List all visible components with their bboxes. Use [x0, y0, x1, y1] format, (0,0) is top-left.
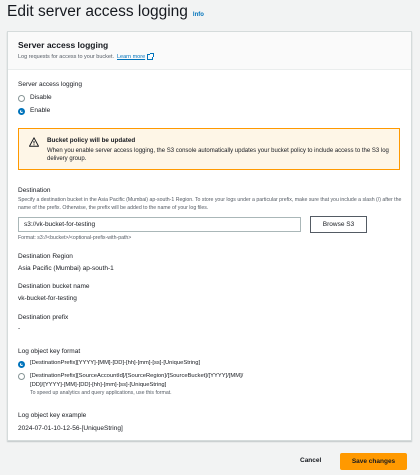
- key-example-label: Log object key example: [18, 412, 87, 419]
- radio-disable[interactable]: Disable: [18, 94, 52, 102]
- alert-title: Bucket policy will be updated: [47, 137, 136, 144]
- destination-format-hint: Format: s3://<bucket>/<optional-prefix-w…: [18, 235, 132, 241]
- save-changes-button[interactable]: Save changes: [340, 453, 407, 470]
- alert-content: Bucket policy will be updated When you e…: [47, 137, 389, 162]
- external-link-icon: [147, 53, 155, 60]
- panel-description: Log requests for access to your bucket. …: [18, 53, 401, 60]
- destination-bucket-value: vk-bucket-for-testing: [18, 295, 77, 302]
- radio-enable-label: Enable: [30, 107, 51, 114]
- info-link[interactable]: Info: [193, 12, 204, 18]
- key-format-option-2[interactable]: [DestinationPrefix][SourceAccountId]/[So…: [18, 372, 243, 397]
- key-format-option-2-indicator[interactable]: [18, 372, 25, 380]
- destination-help: Specify a destination bucket in the Asia…: [18, 197, 402, 211]
- panel-header: Server access logging Log requests for a…: [8, 32, 411, 70]
- page-title: Edit server access logging: [7, 3, 188, 20]
- page-header: Edit server access logging Info: [7, 3, 204, 21]
- key-format-option-2-line1: [DestinationPrefix][SourceAccountId]/[So…: [30, 373, 244, 379]
- destination-input[interactable]: [18, 217, 301, 232]
- destination-region-label: Destination Region: [18, 253, 73, 260]
- destination-bucket-label: Destination bucket name: [18, 283, 90, 290]
- radio-enable-indicator[interactable]: [18, 107, 25, 115]
- key-format-option-1-label: [DestinationPrefix][YYYY]-[MM]-[DD]-[hh]…: [30, 360, 201, 366]
- destination-label: Destination: [18, 187, 51, 194]
- key-format-option-1[interactable]: [DestinationPrefix][YYYY]-[MM]-[DD]-[hh]…: [18, 360, 200, 368]
- panel-title: Server access logging: [18, 40, 109, 50]
- warning-icon: [29, 137, 39, 147]
- key-format-option-2-line2: [DD]/[YYYY]-[MM]-[DD]-[hh]-[mm]-[ss]-[Un…: [30, 381, 167, 388]
- panel-description-text: Log requests for access to your bucket.: [18, 54, 114, 60]
- logging-label: Server access logging: [18, 81, 82, 88]
- browse-s3-button[interactable]: Browse S3: [310, 216, 367, 233]
- radio-disable-label: Disable: [30, 94, 52, 101]
- bucket-policy-alert: Bucket policy will be updated When you e…: [18, 128, 400, 170]
- radio-disable-indicator[interactable]: [18, 94, 25, 102]
- destination-prefix-value: -: [18, 325, 21, 332]
- learn-more-link[interactable]: Learn more: [117, 54, 145, 60]
- radio-enable[interactable]: Enable: [18, 107, 50, 115]
- cancel-button[interactable]: Cancel: [300, 457, 321, 464]
- destination-region-value: Asia Pacific (Mumbai) ap-south-1: [18, 265, 114, 272]
- key-format-label: Log object key format: [18, 348, 81, 355]
- server-access-logging-panel: Server access logging Log requests for a…: [7, 31, 412, 441]
- key-format-option-2-text: [DestinationPrefix][SourceAccountId]/[So…: [30, 372, 243, 397]
- key-format-option-2-hint: To speed up analytics and query applicat…: [30, 390, 172, 396]
- destination-prefix-label: Destination prefix: [18, 314, 69, 321]
- alert-body: When you enable server access logging, t…: [47, 148, 389, 162]
- key-example-value: 2024-07-01-10-12-56-[UniqueString]: [18, 425, 123, 432]
- key-format-option-1-indicator[interactable]: [18, 360, 25, 368]
